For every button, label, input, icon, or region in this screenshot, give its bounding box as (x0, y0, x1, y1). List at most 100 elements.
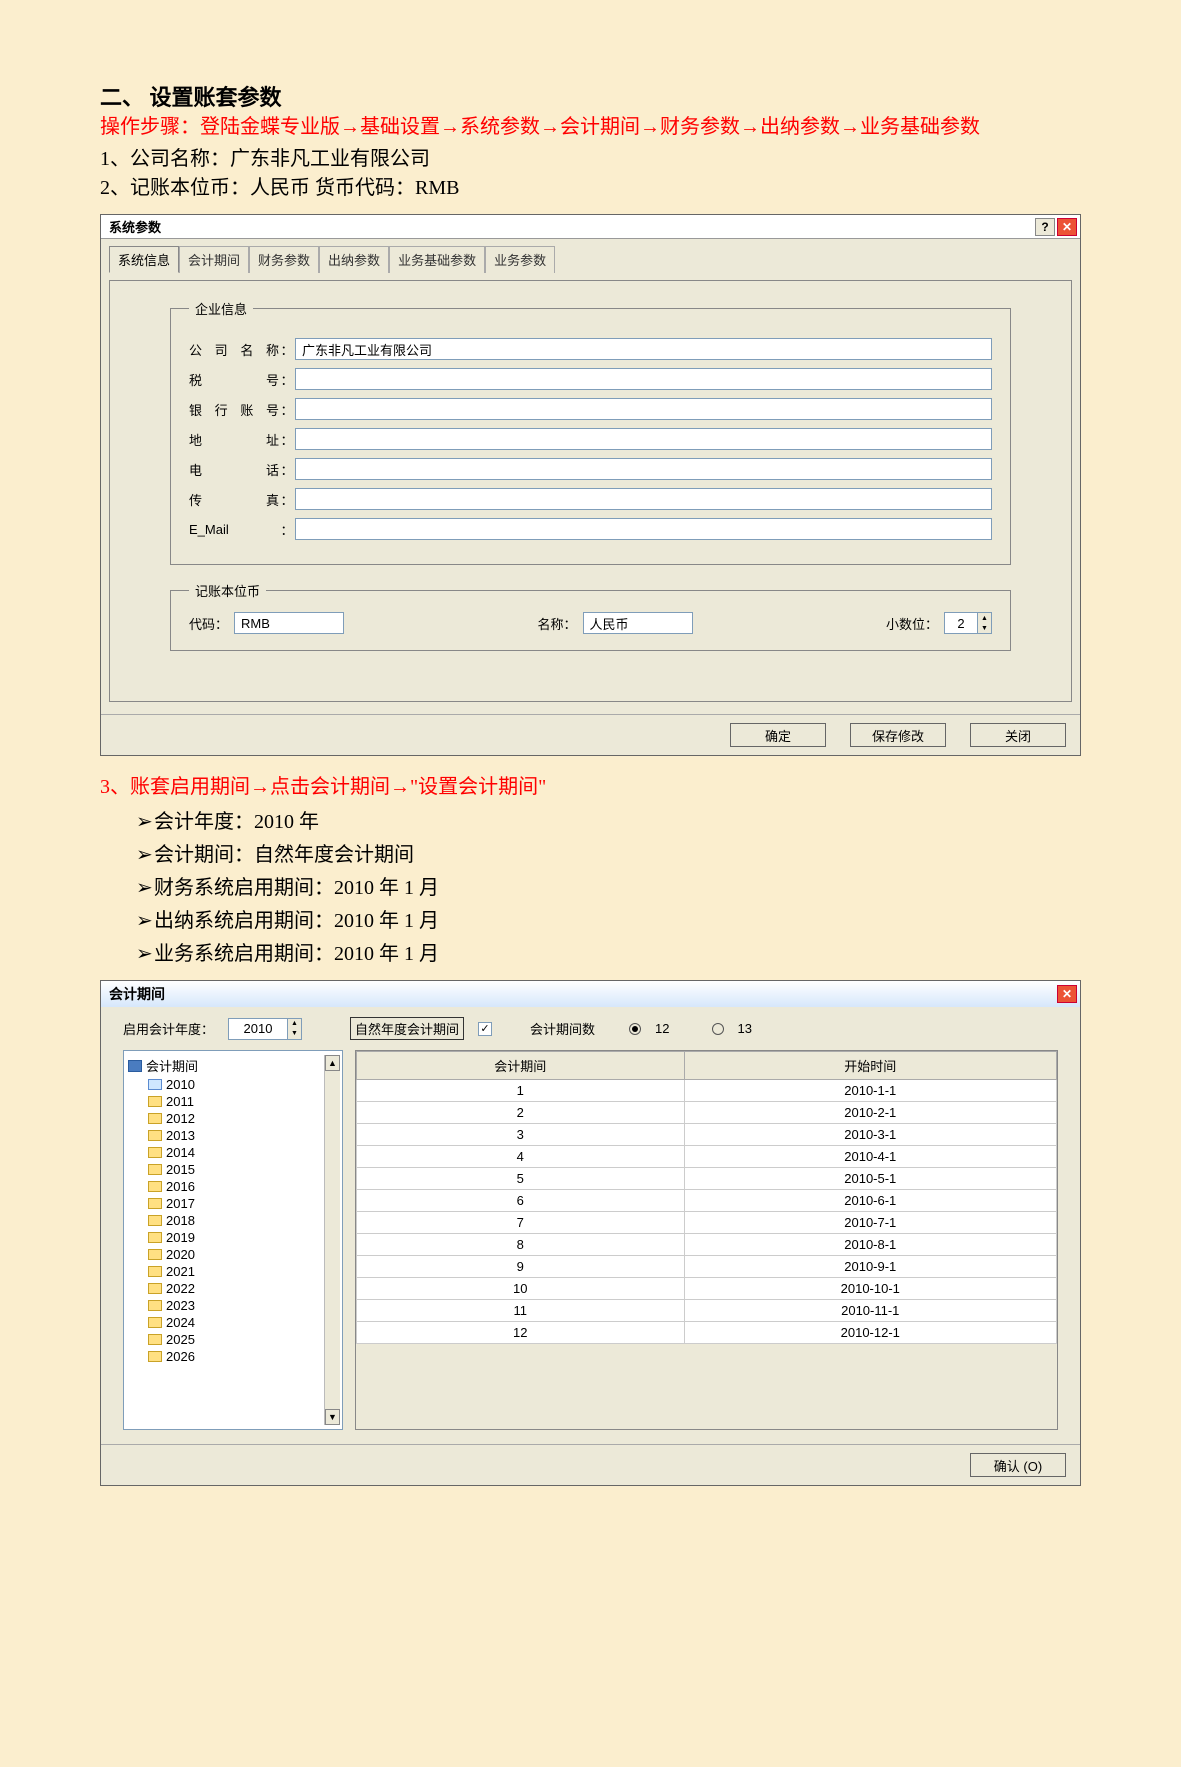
name-input[interactable] (583, 612, 693, 634)
bullet-2: ➢会计期间：自然年度会计期间 (136, 838, 1081, 867)
tel-input[interactable] (295, 458, 992, 480)
folder-icon (148, 1198, 162, 1209)
tax-input[interactable] (295, 368, 992, 390)
tab-cashier[interactable]: 出纳参数 (319, 246, 389, 273)
save-button[interactable]: 保存修改 (850, 723, 946, 747)
tree-year-node[interactable]: 2025 (126, 1331, 322, 1348)
dialog2-title: 会计期间 (109, 984, 165, 1004)
fax-input[interactable] (295, 488, 992, 510)
table-row[interactable]: 52010-5-1 (357, 1168, 1057, 1190)
help-icon[interactable]: ? (1035, 218, 1055, 236)
ok-button[interactable]: 确定 (730, 723, 826, 747)
natural-period-button[interactable]: 自然年度会计期间 (350, 1017, 464, 1040)
close-icon[interactable]: ✕ (1057, 218, 1077, 236)
tree-year-node[interactable]: 2010 (126, 1076, 322, 1093)
scroll-up-icon[interactable]: ▲ (325, 1055, 340, 1071)
company-name-line: 1、公司名称：广东非凡工业有限公司 (100, 142, 1081, 171)
tree-year-node[interactable]: 2017 (126, 1195, 322, 1212)
tab-biz[interactable]: 业务参数 (485, 246, 555, 273)
tree-year-node[interactable]: 2026 (126, 1348, 322, 1365)
label-fax: 传 真 (189, 490, 279, 509)
folder-icon (148, 1147, 162, 1158)
company-info-group: 企业信息 公司名称： 税 号： 银行账号： 地 址： (170, 299, 1011, 565)
table-row[interactable]: 42010-4-1 (357, 1146, 1057, 1168)
folder-icon (148, 1232, 162, 1243)
radio-12[interactable] (629, 1023, 641, 1035)
folder-icon (148, 1130, 162, 1141)
year-tree[interactable]: 会计期间 20102011201220132014201520162017201… (123, 1050, 343, 1430)
folder-icon (148, 1113, 162, 1124)
tree-year-node[interactable]: 2012 (126, 1110, 322, 1127)
dialog1-title: 系统参数 (109, 217, 161, 236)
tree-scrollbar[interactable]: ▲ ▼ (324, 1055, 340, 1425)
table-row[interactable]: 22010-2-1 (357, 1102, 1057, 1124)
folder-icon (148, 1249, 162, 1260)
natural-period-checkbox[interactable]: ✓ (478, 1022, 492, 1036)
table-row[interactable]: 122010-12-1 (357, 1322, 1057, 1344)
radio-12-label: 12 (655, 1021, 669, 1036)
table-row[interactable]: 112010-11-1 (357, 1300, 1057, 1322)
name-label: 名称： (538, 614, 577, 633)
tab-acct-period[interactable]: 会计期间 (179, 246, 249, 273)
tab-finance[interactable]: 财务参数 (249, 246, 319, 273)
chevron-up-icon[interactable]: ▲ (977, 613, 991, 623)
tree-year-node[interactable]: 2020 (126, 1246, 322, 1263)
folder-icon (148, 1300, 162, 1311)
table-row[interactable]: 102010-10-1 (357, 1278, 1057, 1300)
confirm-button[interactable]: 确认 (O) (970, 1453, 1066, 1477)
bank-input[interactable] (295, 398, 992, 420)
tree-root-icon (128, 1060, 142, 1072)
folder-icon (148, 1351, 162, 1362)
folder-icon (148, 1096, 162, 1107)
chevron-down-icon[interactable]: ▼ (287, 1029, 301, 1039)
decimals-stepper[interactable]: 2 ▲▼ (944, 612, 992, 634)
tree-year-node[interactable]: 2021 (126, 1263, 322, 1280)
chevron-up-icon[interactable]: ▲ (287, 1019, 301, 1029)
code-input[interactable] (234, 612, 344, 634)
close-icon[interactable]: ✕ (1057, 985, 1077, 1003)
addr-input[interactable] (295, 428, 992, 450)
radio-13[interactable] (712, 1023, 724, 1035)
tree-year-node[interactable]: 2019 (126, 1229, 322, 1246)
tree-year-node[interactable]: 2018 (126, 1212, 322, 1229)
tree-root[interactable]: 会计期间 (126, 1055, 322, 1076)
tab-biz-basic[interactable]: 业务基础参数 (389, 246, 485, 273)
company-input[interactable] (295, 338, 992, 360)
tree-year-node[interactable]: 2013 (126, 1127, 322, 1144)
tree-year-node[interactable]: 2011 (126, 1093, 322, 1110)
table-row[interactable]: 62010-6-1 (357, 1190, 1057, 1212)
scroll-down-icon[interactable]: ▼ (325, 1409, 340, 1425)
group1-legend: 企业信息 (189, 299, 253, 318)
tab-bar: 系统信息 会计期间 财务参数 出纳参数 业务基础参数 业务参数 (109, 245, 1072, 272)
label-email: E_Mail (189, 522, 279, 537)
table-row[interactable]: 92010-9-1 (357, 1256, 1057, 1278)
start-year-label: 启用会计年度： (123, 1019, 214, 1038)
label-addr: 地 址 (189, 430, 279, 449)
table-row[interactable]: 72010-7-1 (357, 1212, 1057, 1234)
tab-system-info[interactable]: 系统信息 (109, 246, 179, 273)
start-year-stepper[interactable]: 2010 ▲▼ (228, 1018, 302, 1040)
table-row[interactable]: 12010-1-1 (357, 1080, 1057, 1102)
col-period: 会计期间 (357, 1052, 685, 1080)
table-row[interactable]: 32010-3-1 (357, 1124, 1057, 1146)
period-grid: 会计期间 开始时间 12010-1-122010-2-132010-3-1420… (355, 1050, 1058, 1430)
tree-year-node[interactable]: 2024 (126, 1314, 322, 1331)
table-row[interactable]: 82010-8-1 (357, 1234, 1057, 1256)
bullet-4: ➢出纳系统启用期间：2010 年 1 月 (136, 904, 1081, 933)
folder-icon (148, 1334, 162, 1345)
bullet-3: ➢财务系统启用期间：2010 年 1 月 (136, 871, 1081, 900)
chevron-down-icon[interactable]: ▼ (977, 623, 991, 633)
acct-period-dialog: 会计期间 ✕ 启用会计年度： 2010 ▲▼ 自然年度会计期间 ✓ 会计期间数 … (100, 980, 1081, 1486)
folder-icon (148, 1215, 162, 1226)
email-input[interactable] (295, 518, 992, 540)
tree-year-node[interactable]: 2014 (126, 1144, 322, 1161)
dialog2-titlebar: 会计期间 ✕ (101, 981, 1080, 1007)
bullet-5: ➢业务系统启用期间：2010 年 1 月 (136, 937, 1081, 966)
tree-year-node[interactable]: 2015 (126, 1161, 322, 1178)
tree-year-node[interactable]: 2023 (126, 1297, 322, 1314)
col-start: 开始时间 (684, 1052, 1056, 1080)
close-button[interactable]: 关闭 (970, 723, 1066, 747)
tree-year-node[interactable]: 2016 (126, 1178, 322, 1195)
tree-year-node[interactable]: 2022 (126, 1280, 322, 1297)
folder-icon (148, 1266, 162, 1277)
